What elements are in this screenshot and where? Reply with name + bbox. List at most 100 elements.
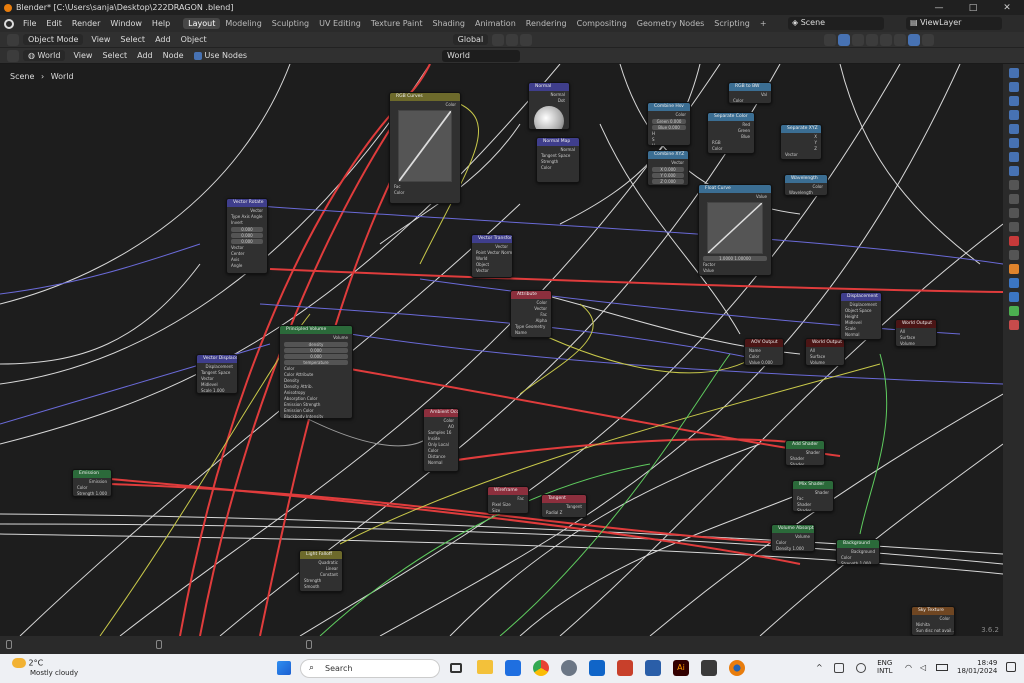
object-tab-icon[interactable] <box>1008 180 1019 190</box>
curve-widget[interactable] <box>707 202 763 254</box>
menu-help[interactable]: Help <box>147 19 175 28</box>
node-input-socket[interactable]: Angle <box>231 263 263 269</box>
node-header[interactable]: AOV Output <box>745 339 783 347</box>
node-value-field[interactable]: Y 0.000 <box>652 173 684 178</box>
node-output-socket[interactable]: Value <box>703 194 767 200</box>
constraints-tab-icon[interactable] <box>1008 236 1019 246</box>
node-wavelength[interactable]: Wavelength Color Wavelength <box>784 174 828 196</box>
node-header[interactable]: Combine XYZ <box>648 151 688 159</box>
visibility-icon[interactable] <box>824 33 837 46</box>
physics-icon[interactable] <box>1008 292 1019 302</box>
node-header[interactable]: Vector Rotate <box>227 199 267 207</box>
node-header[interactable]: Separate Color <box>708 113 754 121</box>
tab-rendering[interactable]: Rendering <box>521 18 572 29</box>
node-output-socket[interactable]: Vector <box>652 160 684 166</box>
node-header[interactable]: Normal <box>529 83 569 91</box>
volume-icon[interactable]: ◁ <box>920 663 926 672</box>
node-value-field[interactable]: Z 0.000 <box>652 179 684 184</box>
menu-node-view[interactable]: View <box>68 51 97 60</box>
tab-scripting[interactable]: Scripting <box>709 18 755 29</box>
node-principled-volume[interactable]: Principled Volume Volume density 0.000 0.000… <box>279 325 353 419</box>
node-output-socket[interactable]: Color <box>652 112 686 118</box>
curve-widget[interactable] <box>398 110 452 182</box>
node-normal[interactable]: NormalNormalDotNormal <box>528 82 570 130</box>
node-input-socket[interactable]: Vector <box>476 268 508 274</box>
node-header[interactable]: Separate XYZ <box>781 125 821 133</box>
tray-app-icon[interactable] <box>834 663 844 673</box>
node-input-socket[interactable]: Value 0.000 <box>749 360 779 365</box>
node-add-shader[interactable]: Add Shader Shader Shader Shader <box>785 440 825 466</box>
node-input-socket[interactable]: Volume <box>900 341 932 346</box>
node-input-socket[interactable]: Color <box>541 165 575 171</box>
node-value-field[interactable]: 0.000 <box>284 348 348 353</box>
xray-icon[interactable] <box>866 33 879 46</box>
node-header[interactable]: Displacement <box>841 293 881 301</box>
render-tab-icon[interactable] <box>1008 82 1019 92</box>
node-header[interactable]: World Output <box>896 320 936 328</box>
node-header[interactable]: Normal Map <box>537 138 579 146</box>
node-input-socket[interactable]: Volume <box>810 360 840 365</box>
start-button[interactable] <box>277 661 291 675</box>
texture-tab-icon[interactable] <box>1008 166 1019 176</box>
node-header[interactable]: Float Curve <box>699 185 771 193</box>
node-header[interactable]: Sky Texture <box>912 607 954 615</box>
output-tab-icon[interactable] <box>1008 96 1019 106</box>
node-float-curve[interactable]: Float Curve Value 1.0000 1.00000 Factor Valu… <box>698 184 772 276</box>
node-header[interactable]: Mix Shader <box>793 481 833 489</box>
node-attribute[interactable]: Attribute Color Vector Fac Alpha Type Geometr… <box>510 290 552 338</box>
node-input-socket[interactable]: Scale 1.000 <box>201 388 233 393</box>
node-value-field[interactable]: temperature <box>284 360 348 365</box>
wifi-icon[interactable]: ◠ <box>905 663 912 672</box>
maximize-button[interactable]: □ <box>956 3 990 13</box>
gizmo-icon[interactable] <box>838 33 851 46</box>
blender-taskbar-icon[interactable] <box>729 660 745 676</box>
node-header[interactable]: Emission <box>73 470 111 478</box>
node-input-socket[interactable]: Strength 1.000 <box>841 561 875 564</box>
tray-app2-icon[interactable] <box>856 663 866 673</box>
menu-view[interactable]: View <box>86 35 115 44</box>
node-separate-xyz[interactable]: Separate XYZ X Y Z Vector <box>780 124 822 160</box>
node-input-socket[interactable]: Color <box>394 190 456 196</box>
snap-icon[interactable] <box>506 33 519 46</box>
node-value-field[interactable]: 0.000 <box>284 354 348 359</box>
node-header[interactable]: Wireframe <box>488 487 528 495</box>
clock[interactable]: 18:49 18/01/2024 <box>957 659 997 675</box>
tab-layout[interactable]: Layout <box>183 18 221 29</box>
add-workspace-button[interactable]: + <box>755 18 772 29</box>
menu-add[interactable]: Add <box>150 35 176 44</box>
notification-icon[interactable] <box>1006 662 1016 672</box>
node-rgb-curves[interactable]: RGB Curves Color Fac Color <box>389 92 461 204</box>
node-value-field[interactable]: density <box>284 342 348 347</box>
node-header[interactable]: Ambient Occl. <box>424 409 458 417</box>
scene-selector[interactable]: ◈ Scene <box>788 17 884 30</box>
particles-tab-icon[interactable] <box>1008 208 1019 218</box>
node-header[interactable]: RGB to BW <box>729 83 771 91</box>
node-value-field[interactable]: 1.0000 1.00000 <box>703 256 767 261</box>
menu-node-node[interactable]: Node <box>158 51 189 60</box>
node-field[interactable]: Name <box>515 330 547 336</box>
node-displacement[interactable]: Displacement Displacement Object Space Heig… <box>840 292 882 340</box>
node-wireframe[interactable]: Wireframe Fac Pixel Size Size <box>487 486 529 514</box>
sticky-notes-icon[interactable] <box>701 660 717 676</box>
node-field[interactable]: Radial Z <box>546 510 582 516</box>
node-editor-canvas[interactable]: Scene › World RGB Curves Color Fac Color… <box>0 64 1003 636</box>
menu-render[interactable]: Render <box>67 19 105 28</box>
node-input-socket[interactable]: Normal <box>845 332 877 338</box>
node-value-field[interactable]: Blue 0.000 <box>652 125 686 130</box>
node-ambient-occlusion[interactable]: Ambient Occl.ColorAOSamples 16InsideOnly… <box>423 408 459 472</box>
node-header[interactable]: Light Falloff <box>300 551 342 559</box>
node-world-output-a[interactable]: World Output All Surface Volume <box>805 338 845 366</box>
node-vector-displacement[interactable]: Vector DisplacementDisplacementTangent S… <box>196 354 238 394</box>
app-blue-icon[interactable] <box>645 660 661 676</box>
world-tab-icon[interactable] <box>1008 138 1019 148</box>
tab-shading[interactable]: Shading <box>427 18 470 29</box>
language-indicator[interactable]: ENG INTL <box>877 659 892 675</box>
view-layer-selector[interactable]: ▤ ViewLayer <box>906 17 1002 30</box>
menu-object[interactable]: Object <box>176 35 212 44</box>
node-input-socket[interactable]: Size <box>492 508 524 513</box>
wrench-icon[interactable] <box>1008 264 1019 274</box>
material-icon[interactable] <box>1008 320 1019 330</box>
node-header[interactable]: Tangent <box>542 495 586 503</box>
tab-modeling[interactable]: Modeling <box>220 18 266 29</box>
node-output-socket[interactable]: Color <box>394 102 456 108</box>
